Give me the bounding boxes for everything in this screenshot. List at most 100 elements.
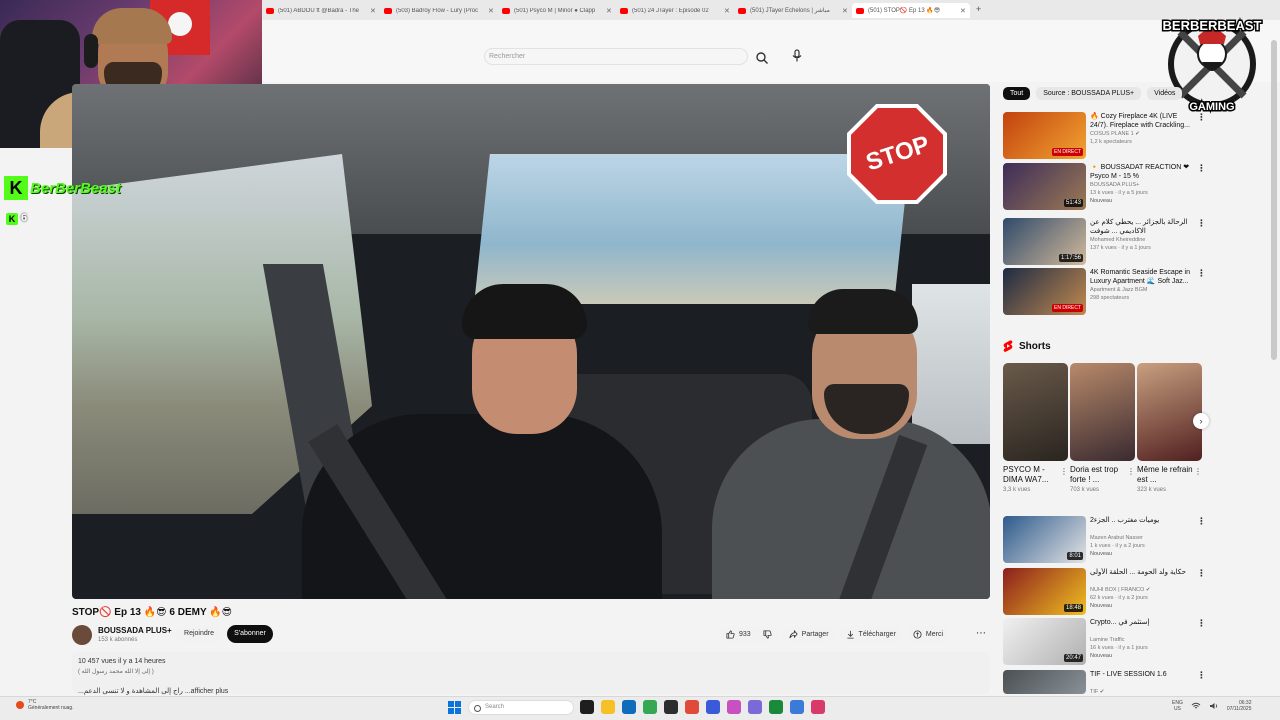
short-thumbnail[interactable] bbox=[1003, 363, 1068, 461]
more-options-icon[interactable]: ⋮ bbox=[1197, 618, 1206, 629]
video-thumbnail[interactable]: 51:43 bbox=[1003, 163, 1086, 210]
channel-name[interactable]: COSUS PLANE 1 ✔ bbox=[1090, 131, 1194, 137]
video-title[interactable]: 🔸 BOUSSADAT REACTION ❤ Psyco M - 15 % bbox=[1090, 163, 1194, 181]
recommended-video[interactable]: 51:43 🔸 BOUSSADAT REACTION ❤ Psyco M - 15… bbox=[1003, 163, 1206, 211]
recommended-video[interactable]: EN DIRECT 🔥 Cozy Fireplace 4K (LIVE 24/7)… bbox=[1003, 112, 1206, 160]
browser-tab-active[interactable]: (501) STOP🚫 Ep 13 🔥😎 ✕ bbox=[852, 3, 970, 18]
more-options-icon[interactable]: ⋮ bbox=[1197, 516, 1206, 527]
more-options-icon[interactable]: ⋮ bbox=[1060, 467, 1068, 476]
recommended-video[interactable]: 20:47 Crypto... إستثمر في Lamine Traffic 16… bbox=[1003, 618, 1206, 666]
chevron-right-icon[interactable]: › bbox=[1193, 413, 1209, 429]
like-button[interactable]: 933 bbox=[720, 626, 778, 642]
video-title[interactable]: 4K Romantic Seaside Escape in Luxury Apa… bbox=[1090, 268, 1194, 286]
short-item[interactable]: PSYCO M - DIMA WA7... 3,3 k vues ⋮ bbox=[1003, 363, 1068, 500]
taskbar-app-icon[interactable] bbox=[790, 700, 804, 714]
taskbar-app-icon[interactable] bbox=[664, 700, 678, 714]
channel-name[interactable]: BOUSSADA PLUS+ bbox=[1090, 182, 1194, 188]
recommended-video[interactable]: EN DIRECT 4K Romantic Seaside Escape in L… bbox=[1003, 268, 1206, 316]
video-player[interactable]: STOP bbox=[72, 84, 990, 599]
new-tab-button[interactable]: + bbox=[976, 4, 981, 14]
taskbar-app-icon[interactable] bbox=[706, 700, 720, 714]
video-thumbnail[interactable]: EN DIRECT bbox=[1003, 268, 1086, 315]
close-tab-icon[interactable]: ✕ bbox=[960, 7, 966, 15]
short-thumbnail[interactable] bbox=[1137, 363, 1202, 461]
keyboard-language[interactable]: ENG US bbox=[1172, 700, 1183, 712]
short-title[interactable]: PSYCO M - DIMA WA7... bbox=[1003, 465, 1059, 485]
thumbs-down-icon[interactable] bbox=[763, 629, 772, 639]
short-item[interactable]: Même le refrain est ... 323 k vues ⋮ bbox=[1137, 363, 1202, 500]
more-options-icon[interactable]: ⋮ bbox=[1197, 112, 1206, 123]
channel-name[interactable]: Mohamed Kheireddine bbox=[1090, 237, 1194, 243]
thanks-button[interactable]: Merci bbox=[906, 626, 950, 642]
close-tab-icon[interactable]: ✕ bbox=[724, 7, 730, 15]
close-tab-icon[interactable]: ✕ bbox=[606, 7, 612, 15]
more-options-icon[interactable]: ⋮ bbox=[1197, 268, 1206, 279]
taskbar-search-input[interactable]: Search bbox=[468, 700, 574, 715]
video-thumbnail[interactable]: 8:01 bbox=[1003, 516, 1086, 563]
more-options-icon[interactable]: ⋮ bbox=[1197, 670, 1206, 681]
close-tab-icon[interactable]: ✕ bbox=[842, 7, 848, 15]
short-thumbnail[interactable] bbox=[1070, 363, 1135, 461]
search-input[interactable]: Rechercher bbox=[484, 48, 748, 65]
microphone-icon[interactable] bbox=[791, 49, 803, 63]
search-icon[interactable] bbox=[755, 51, 769, 65]
subscribe-button[interactable]: S'abonner bbox=[227, 625, 273, 643]
channel-name[interactable]: TIF ✔ bbox=[1090, 689, 1194, 695]
more-options-icon[interactable]: ⋮ bbox=[1197, 568, 1206, 579]
short-title[interactable]: Même le refrain est ... bbox=[1137, 465, 1193, 485]
taskbar-app-icon[interactable] bbox=[643, 700, 657, 714]
video-thumbnail[interactable]: 20:47 bbox=[1003, 618, 1086, 665]
video-thumbnail[interactable]: EN DIRECT bbox=[1003, 112, 1086, 159]
video-title[interactable]: TIF - LIVE SESSION 1.6 bbox=[1090, 670, 1194, 679]
video-title[interactable]: Crypto... إستثمر في bbox=[1090, 618, 1194, 627]
video-thumbnail[interactable]: 18:48 bbox=[1003, 568, 1086, 615]
weather-widget[interactable]: 7°C Généralement nuag. bbox=[16, 699, 74, 711]
browser-tab[interactable]: (501) JTayer Echelons | مباشر ✕ bbox=[734, 3, 852, 18]
download-button[interactable]: Télécharger bbox=[839, 626, 902, 642]
wifi-icon[interactable] bbox=[1191, 702, 1201, 710]
join-button[interactable]: Rejoindre bbox=[176, 626, 222, 642]
taskbar-app-icon[interactable] bbox=[811, 700, 825, 714]
close-tab-icon[interactable]: ✕ bbox=[488, 7, 494, 15]
channel-name[interactable]: Apartment & Jazz BGM bbox=[1090, 287, 1194, 293]
more-options-icon[interactable]: ⋮ bbox=[1194, 467, 1202, 476]
recommended-video[interactable]: TIF - LIVE SESSION 1.6 TIF ✔ ⋮ bbox=[1003, 670, 1206, 695]
browser-tab[interactable]: (501) ABDOU ft @Badra - The ✕ bbox=[262, 3, 380, 18]
video-title[interactable]: 🔥 Cozy Fireplace 4K (LIVE 24/7). Firepla… bbox=[1090, 112, 1194, 130]
recommended-video[interactable]: 8:01 يوميات مغترب .. الجزء2 Mazen Arabut N… bbox=[1003, 516, 1206, 564]
taskbar-app-icon[interactable] bbox=[601, 700, 615, 714]
channel-name[interactable]: BOUSSADA PLUS+ bbox=[98, 626, 172, 635]
browser-tab[interactable]: (501) Psyco M | Minor ● Clapp ✕ bbox=[498, 3, 616, 18]
browser-tab[interactable]: (503) Badroy Flow - Lury (Proc ✕ bbox=[380, 3, 498, 18]
channel-avatar[interactable] bbox=[72, 625, 92, 645]
close-tab-icon[interactable]: ✕ bbox=[370, 7, 376, 15]
taskbar-app-icon[interactable] bbox=[622, 700, 636, 714]
volume-icon[interactable] bbox=[1209, 702, 1219, 710]
recommended-video[interactable]: 1:17:56 الرحالة بالجزائر ... يحطي كلام عن… bbox=[1003, 218, 1206, 266]
chip-all[interactable]: Tout bbox=[1003, 87, 1031, 100]
chip-videos[interactable]: Vidéos bbox=[1147, 87, 1183, 100]
taskbar-app-icon[interactable] bbox=[748, 700, 762, 714]
windows-start-icon[interactable] bbox=[448, 701, 461, 714]
video-title[interactable]: الرحالة بالجزائر ... يحطي كلام عن الاكاد… bbox=[1090, 218, 1194, 236]
channel-name[interactable]: Lamine Traffic bbox=[1090, 637, 1194, 643]
recommended-video[interactable]: 18:48 حكاية ولد الحومة ... الحلقة الأولى N… bbox=[1003, 568, 1206, 616]
video-thumbnail[interactable]: 1:17:56 bbox=[1003, 218, 1086, 265]
browser-tab[interactable]: (501) 24 JTayer : Episode 02 ✕ bbox=[616, 3, 734, 18]
chip-source[interactable]: Source : BOUSSADA PLUS+ bbox=[1036, 87, 1142, 100]
page-scrollbar[interactable] bbox=[1271, 40, 1277, 360]
video-title[interactable]: يوميات مغترب .. الجزء2 bbox=[1090, 516, 1194, 525]
channel-name[interactable]: NUHI BOX | FRANCO ✔ bbox=[1090, 587, 1194, 593]
more-actions-button[interactable]: ⋯ bbox=[976, 628, 986, 639]
more-options-icon[interactable]: ⋮ bbox=[1197, 218, 1206, 229]
short-item[interactable]: Doria est trop forte ! ... 703 k vues ⋮ bbox=[1070, 363, 1135, 500]
more-options-icon[interactable]: ⋮ bbox=[1197, 163, 1206, 174]
video-title[interactable]: حكاية ولد الحومة ... الحلقة الأولى bbox=[1090, 568, 1194, 577]
more-options-icon[interactable]: ⋮ bbox=[1127, 467, 1135, 476]
taskbar-app-icon[interactable] bbox=[727, 700, 741, 714]
share-button[interactable]: Partager bbox=[782, 626, 835, 642]
short-title[interactable]: Doria est trop forte ! ... bbox=[1070, 465, 1126, 485]
taskbar-app-icon[interactable] bbox=[769, 700, 783, 714]
taskbar-app-icon[interactable] bbox=[580, 700, 594, 714]
channel-name[interactable]: Mazen Arabut Nasser bbox=[1090, 535, 1194, 541]
